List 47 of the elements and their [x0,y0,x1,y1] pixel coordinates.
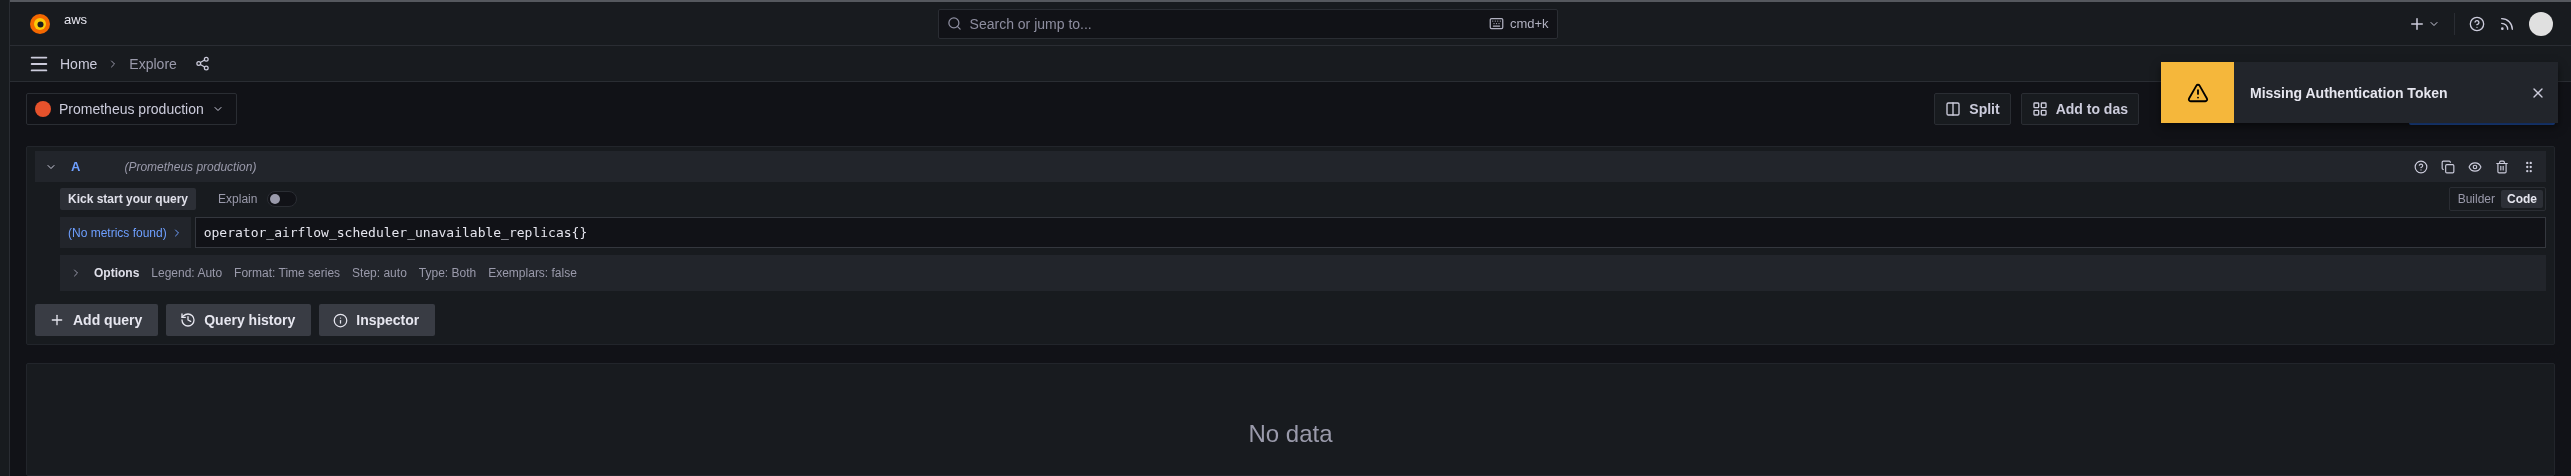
toast-message: Missing Authentication Token [2250,84,2448,101]
help-icon[interactable] [2414,159,2428,174]
info-icon [333,312,349,328]
option-summary: Format: Time series [234,266,341,280]
logo-icon[interactable] [28,11,52,36]
breadcrumb-link[interactable]: Home [60,55,98,72]
split-icon [1945,101,1962,117]
kick-start-button[interactable]: Kick start your query [60,188,197,210]
inspector-button[interactable]: Inspector [319,304,436,336]
breadcrumb-link[interactable]: Explore [129,55,177,72]
query-history-button[interactable]: Query history [166,304,312,336]
query-ref[interactable]: A [71,159,81,174]
help-icon[interactable] [2469,15,2485,32]
grid-icon [2031,101,2048,117]
query-datasource: (Prometheus production) [124,159,257,174]
option-summary: Type: Both [418,266,477,280]
search-placeholder: Search or jump to... [969,15,1092,32]
keyboard-icon [1488,16,1504,31]
options-toggle[interactable]: Options [94,266,140,280]
prometheus-icon [35,101,51,117]
history-icon [180,312,197,328]
search-field[interactable]: Search or jump to... cmd+k [937,8,1558,39]
add-query-button[interactable]: Add query [35,304,159,336]
no-data-message: No data [1248,420,1333,449]
news-feed-icon[interactable] [2499,15,2515,32]
option-summary: Exemplars: false [488,266,577,280]
option-summary: Step: auto [352,266,407,280]
metrics-browser-button[interactable]: (No metrics found) [60,217,191,248]
trash-icon[interactable] [2495,159,2509,174]
shortcut-text: cmd+k [1509,16,1549,31]
query-input[interactable]: operator_airflow_scheduler_unavailable_replicas{} [194,217,2546,248]
user-avatar[interactable] [2529,11,2553,36]
option-summary: Legend: Auto [151,266,223,280]
explain-switch[interactable] [267,191,298,207]
logo-text: aws [64,12,88,27]
warning-icon [2161,62,2234,123]
split-button[interactable]: Split [1934,93,2011,125]
datasource-picker[interactable]: Prometheus production [26,93,237,125]
copy-icon[interactable] [2441,159,2455,174]
mode-tab[interactable]: Builder [2451,190,2501,208]
mode-tab[interactable]: Code [2501,190,2543,208]
add-to-dashboard-button[interactable]: Add to das [2020,93,2139,125]
explain-label: Explain [218,192,258,206]
search-icon [946,16,962,31]
plus-icon [49,312,65,328]
eye-icon[interactable] [2468,159,2482,174]
share-icon[interactable] [194,56,210,71]
